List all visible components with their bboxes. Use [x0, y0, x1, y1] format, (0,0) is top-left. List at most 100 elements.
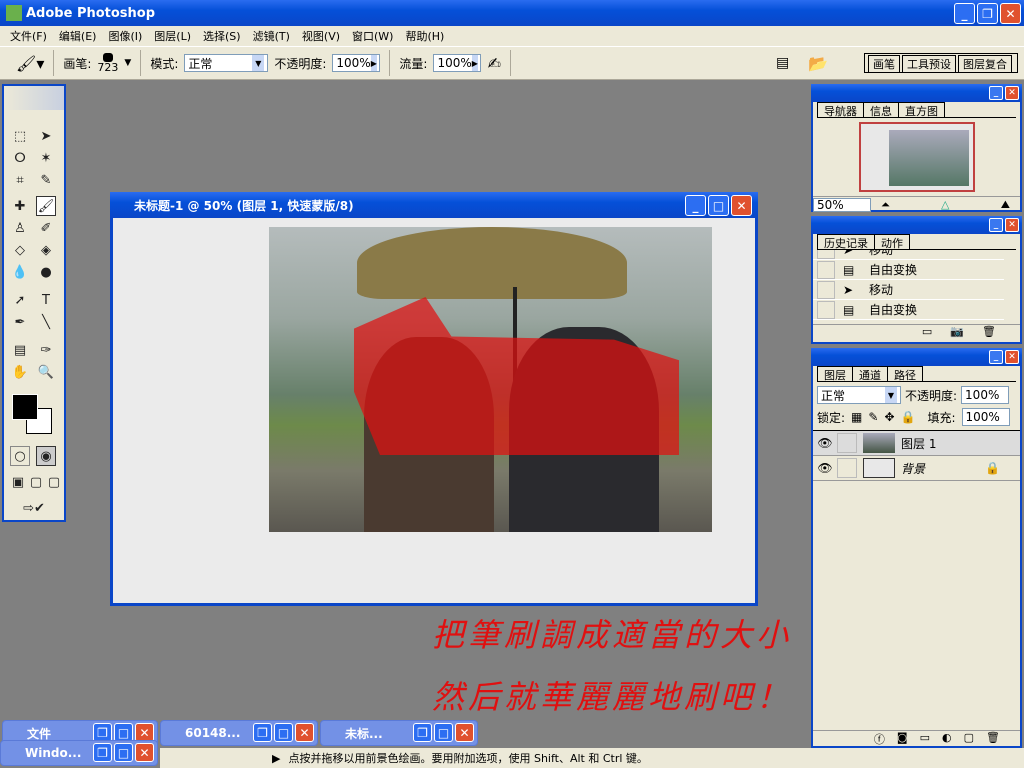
menu-view[interactable]: 视图(V) — [296, 28, 346, 44]
adjustment-layer-icon[interactable]: ◐ — [942, 731, 952, 746]
lock-transparency-icon[interactable]: ▦ — [851, 410, 862, 424]
menu-file[interactable]: 文件(F) — [4, 28, 53, 44]
lock-position-icon[interactable]: ✥ — [884, 410, 894, 424]
tab-navigator[interactable]: 导航器 — [817, 102, 864, 118]
lock-pixels-icon[interactable]: ✎ — [868, 410, 878, 424]
standard-mode-button[interactable]: ○ — [10, 446, 30, 466]
tab-actions[interactable]: 动作 — [874, 234, 910, 250]
tab-history[interactable]: 历史记录 — [817, 234, 875, 250]
menu-help[interactable]: 帮助(H) — [399, 28, 450, 44]
opacity-slider-arrow-icon[interactable]: ▶ — [370, 55, 377, 71]
menu-image[interactable]: 图像(I) — [102, 28, 148, 44]
tab-info[interactable]: 信息 — [863, 102, 899, 118]
layer-row[interactable]: 👁 背景 🔒 — [813, 456, 1020, 481]
minimized-window-untitled[interactable]: 未标... ❐ □ ✕ — [320, 720, 478, 746]
minimized-window-60148[interactable]: 60148... ❐ □ ✕ — [160, 720, 318, 746]
opacity-input[interactable]: 100% ▶ — [332, 54, 381, 72]
zoom-tool[interactable]: 🔍 — [36, 362, 56, 382]
magic-wand-tool[interactable]: ✶ — [36, 148, 56, 168]
brush-picker[interactable]: 723 — [97, 52, 118, 74]
history-item[interactable]: ▤ 自由变换 — [813, 300, 1004, 320]
path-selection-tool[interactable]: ➚ — [10, 290, 30, 310]
trash-icon[interactable]: 🗑 — [982, 325, 996, 340]
minimized-window-windows[interactable]: Windo... ❐ □ ✕ — [0, 740, 158, 766]
history-item[interactable]: ➤移动 — [813, 280, 1004, 300]
menu-window[interactable]: 窗口(W) — [346, 28, 399, 44]
tab-layers[interactable]: 图层 — [817, 366, 853, 382]
well-tab-layer-comps[interactable]: 图层复合 — [958, 55, 1012, 72]
panel-close-button[interactable]: ✕ — [1005, 218, 1019, 232]
paint-bucket-tool[interactable]: ◈ — [36, 240, 56, 260]
pen-tool[interactable]: ✒ — [10, 312, 30, 332]
maximize-button[interactable]: □ — [114, 743, 133, 762]
tab-channels[interactable]: 通道 — [852, 366, 888, 382]
file-browser-icon[interactable]: 📂 — [808, 54, 828, 73]
delete-layer-icon[interactable]: 🗑 — [986, 731, 1000, 746]
jump-to-imageready-button[interactable]: ⇨✔ — [12, 498, 56, 518]
lock-all-icon[interactable]: 🔒 — [901, 410, 916, 424]
brush-tool[interactable]: 🖌 — [36, 196, 56, 216]
menu-edit[interactable]: 编辑(E) — [53, 28, 103, 44]
layer-row[interactable]: 👁 图层 1 — [813, 431, 1020, 456]
flow-slider-arrow-icon[interactable]: ▶ — [471, 55, 478, 71]
restore-button[interactable]: ❐ — [977, 3, 998, 24]
layer-mask-icon[interactable]: ◙ — [897, 731, 908, 746]
mode-select[interactable]: 正常 ▼ — [184, 54, 269, 72]
panel-minimize-button[interactable]: _ — [989, 218, 1003, 232]
brush-tool-preset-icon[interactable]: 🖌▾ — [16, 54, 44, 73]
snapshot-icon[interactable]: 📷 — [950, 325, 964, 340]
new-layer-icon[interactable]: ▢ — [964, 731, 974, 746]
restore-button[interactable]: ❐ — [413, 723, 432, 742]
panel-close-button[interactable]: ✕ — [1005, 350, 1019, 364]
new-document-icon[interactable]: ▭ — [922, 325, 932, 340]
blur-tool[interactable]: 💧 — [10, 262, 30, 282]
history-item[interactable]: ▤ 自由变换 — [813, 260, 1004, 280]
close-button[interactable]: ✕ — [135, 743, 154, 762]
airbrush-icon[interactable]: ✍ — [487, 54, 500, 73]
menu-filter[interactable]: 滤镜(T) — [247, 28, 296, 44]
healing-brush-tool[interactable]: ✚ — [10, 196, 30, 216]
palette-options-icon[interactable]: ▤ — [776, 55, 789, 71]
doc-close-button[interactable]: ✕ — [731, 195, 752, 216]
doc-maximize-button[interactable]: □ — [708, 195, 729, 216]
flow-input[interactable]: 100% ▶ — [433, 54, 482, 72]
navigator-zoom-field[interactable]: 50% — [813, 197, 871, 212]
close-button[interactable]: ✕ — [295, 723, 314, 742]
panel-close-button[interactable]: ✕ — [1005, 86, 1019, 100]
crop-tool[interactable]: ⌗ — [10, 170, 30, 190]
eraser-tool[interactable]: ◇ — [10, 240, 30, 260]
minimize-button[interactable]: _ — [954, 3, 975, 24]
layer-style-icon[interactable]: ⓕ — [874, 731, 885, 746]
hand-tool[interactable]: ✋ — [10, 362, 30, 382]
well-tab-tool-presets[interactable]: 工具预设 — [902, 55, 956, 72]
lasso-tool[interactable]: ⵔ — [10, 148, 30, 168]
close-button[interactable]: ✕ — [455, 723, 474, 742]
notes-tool[interactable]: ▤ — [10, 340, 30, 360]
blend-mode-select[interactable]: 正常 ▼ — [817, 386, 901, 404]
marquee-tool[interactable]: ⬚ — [10, 126, 30, 146]
tab-paths[interactable]: 路径 — [887, 366, 923, 382]
dodge-tool[interactable]: ● — [36, 262, 56, 282]
history-item[interactable]: ➤移动 — [813, 250, 1004, 260]
canvas-image[interactable] — [269, 227, 712, 532]
status-arrow-icon[interactable]: ▶ — [272, 752, 280, 765]
zoom-out-icon[interactable]: ⏶ — [881, 198, 890, 212]
eye-icon[interactable]: 👁 — [813, 436, 837, 450]
eye-icon[interactable]: 👁 — [813, 461, 837, 475]
restore-button[interactable]: ❐ — [253, 723, 272, 742]
navigator-thumbnail[interactable] — [858, 122, 975, 192]
menu-select[interactable]: 选择(S) — [197, 28, 247, 44]
zoom-slider[interactable]: △ — [900, 198, 991, 211]
restore-button[interactable]: ❐ — [93, 743, 112, 762]
doc-minimize-button[interactable]: _ — [685, 195, 706, 216]
foreground-color-swatch[interactable] — [12, 394, 38, 420]
slice-tool[interactable]: ✎ — [36, 170, 56, 190]
screen-mode-standard[interactable]: ▣ — [8, 472, 28, 492]
screen-mode-full[interactable]: ▢ — [44, 472, 64, 492]
type-tool[interactable]: T — [36, 290, 56, 310]
well-tab-brushes[interactable]: 画笔 — [868, 55, 900, 72]
close-button[interactable]: ✕ — [1000, 3, 1021, 24]
move-tool[interactable]: ➤ — [36, 126, 56, 146]
history-brush-tool[interactable]: ✐ — [36, 218, 56, 238]
eyedropper-tool[interactable]: ✑ — [36, 340, 56, 360]
